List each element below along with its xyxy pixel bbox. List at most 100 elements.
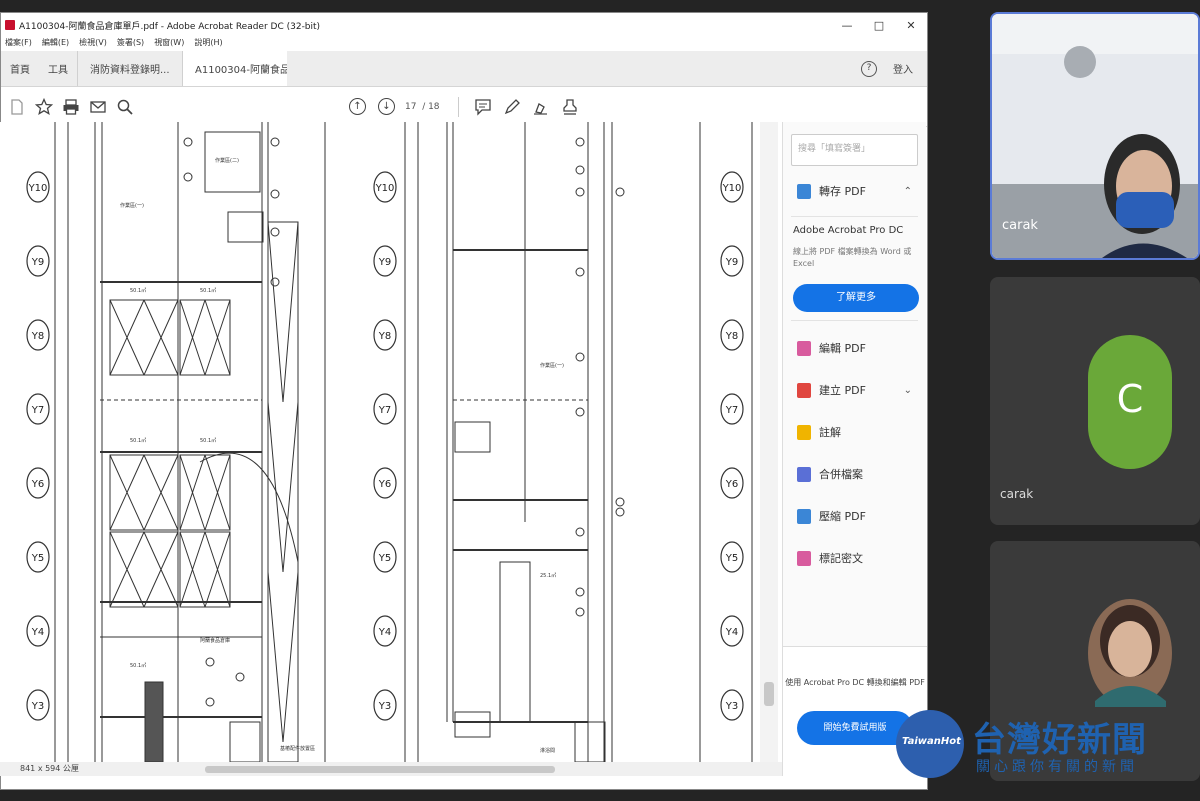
grid-label-y5-2: Y5 (720, 541, 744, 573)
svg-text:Y9: Y9 (725, 257, 738, 268)
print-icon[interactable] (58, 94, 84, 120)
svg-text:Y6: Y6 (31, 479, 44, 490)
svg-text:Y4: Y4 (378, 627, 391, 638)
grid-label-y6-2: Y6 (720, 467, 744, 499)
svg-text:Y10: Y10 (28, 183, 48, 194)
grid-label-y6-1: Y6 (373, 467, 397, 499)
grid-label-y4-1: Y4 (373, 615, 397, 647)
tab-home[interactable]: 首頁 (1, 51, 39, 86)
avatar-initial: C (1116, 377, 1144, 421)
tab-tools[interactable]: 工具 (39, 51, 77, 86)
grid-label-y7-0: Y7 (26, 393, 50, 425)
svg-text:Y3: Y3 (31, 701, 44, 712)
participant-video-1[interactable]: carak (990, 12, 1200, 260)
close-button[interactable]: ✕ (895, 19, 927, 32)
svg-text:阿蘭食品倉庫: 阿蘭食品倉庫 (200, 637, 230, 644)
grid-label-y9-0: Y9 (26, 245, 50, 277)
tool-comment-label: 註解 (819, 426, 841, 439)
grid-label-y7-2: Y7 (720, 393, 744, 425)
svg-text:作業區(一): 作業區(一) (120, 202, 144, 209)
grid-label-y4-0: Y4 (26, 615, 50, 647)
svg-text:Y5: Y5 (378, 553, 391, 564)
svg-text:Y7: Y7 (725, 405, 738, 416)
vertical-scrollbar[interactable] (760, 122, 778, 762)
search-icon[interactable] (112, 94, 138, 120)
pen-icon[interactable] (499, 94, 525, 120)
grid-label-y8-1: Y8 (373, 319, 397, 351)
login-button[interactable]: 登入 (893, 51, 927, 86)
sign-icon[interactable] (528, 94, 554, 120)
tool-edit-pdf[interactable]: 編輯 PDF (783, 327, 926, 369)
stamp-icon[interactable] (557, 94, 583, 120)
minimize-button[interactable]: — (831, 19, 863, 32)
menu-view[interactable]: 檢視(V) (79, 37, 107, 51)
svg-text:Y6: Y6 (378, 479, 391, 490)
page-up-icon[interactable]: ↑ (349, 98, 366, 115)
comment-tool-icon (797, 424, 811, 440)
menu-window[interactable]: 視窗(W) (154, 37, 184, 51)
tool-edit-pdf-label: 編輯 PDF (819, 342, 866, 355)
svg-text:作業區(一): 作業區(一) (540, 362, 564, 369)
scroll-thumb[interactable] (764, 682, 774, 706)
toolbar: ↑ ↓ 17 / 18 (1, 87, 927, 127)
watermark-logo-text: TaiwanHot (902, 736, 961, 747)
tool-create-pdf[interactable]: 建立 PDF ⌄ (783, 369, 926, 411)
tool-combine-files-label: 合併檔案 (819, 468, 863, 481)
maximize-button[interactable]: □ (863, 19, 895, 32)
document-view[interactable]: 作業區(一) 作業區(一) 作業區(二) 50.1㎡ 50.1㎡ 50.1㎡ 5… (0, 122, 782, 762)
watermark-title: 台灣好新聞 (972, 720, 1147, 760)
grid-label-y3-2: Y3 (720, 689, 744, 721)
grid-label-y6-0: Y6 (26, 467, 50, 499)
redact-icon (797, 550, 811, 566)
page-down-icon[interactable]: ↓ (378, 98, 395, 115)
watermark-logo: TaiwanHot (896, 710, 964, 778)
page-total: / 18 (422, 101, 440, 112)
tab-bar: 首頁 工具 消防資料登錄明... A1100304-阿蘭食品... ✕ ? 登入 (1, 51, 927, 87)
bottom-promo-text: 使用 Acrobat Pro DC 轉換和編輯 PDF (785, 678, 925, 687)
tool-comment[interactable]: 註解 (783, 411, 926, 453)
page-current[interactable]: 17 (405, 102, 416, 112)
svg-text:Y7: Y7 (31, 405, 44, 416)
tools-search-input[interactable]: 搜尋「填寫簽署」 (791, 134, 918, 166)
tool-export-pdf[interactable]: 轉存 PDF ⌃ (783, 170, 926, 212)
horizontal-scroll-thumb[interactable] (205, 766, 555, 773)
participant-2-name: carak (1000, 487, 1034, 501)
compress-pdf-icon (797, 508, 811, 524)
grid-label-y10-0: Y10 (26, 171, 50, 203)
tab-document-2[interactable]: A1100304-阿蘭食品... ✕ (182, 51, 287, 86)
svg-text:50.1㎡: 50.1㎡ (200, 287, 216, 294)
participant-video-2[interactable]: C carak (990, 277, 1200, 525)
tool-compress-pdf[interactable]: 壓縮 PDF (783, 495, 926, 537)
floor-plan-drawing: 作業區(一) 作業區(一) 作業區(二) 50.1㎡ 50.1㎡ 50.1㎡ 5… (26, 122, 753, 762)
save-icon[interactable] (4, 94, 30, 120)
star-icon[interactable] (31, 94, 57, 120)
tool-combine-files[interactable]: 合併檔案 (783, 453, 926, 495)
svg-text:作業區(二): 作業區(二) (215, 157, 239, 164)
tool-redact[interactable]: 標記密文 (783, 537, 926, 579)
learn-more-button[interactable]: 了解更多 (793, 284, 919, 312)
export-pdf-icon (797, 183, 811, 199)
grid-label-y10-2: Y10 (720, 171, 744, 203)
grid-label-y3-1: Y3 (373, 689, 397, 721)
svg-text:50.1㎡: 50.1㎡ (130, 662, 146, 669)
chevron-up-icon[interactable]: ⌃ (904, 186, 912, 197)
create-pdf-icon (797, 382, 811, 398)
chevron-down-icon[interactable]: ⌄ (904, 385, 912, 396)
mail-icon[interactable] (85, 94, 111, 120)
svg-text:Y4: Y4 (31, 627, 44, 638)
page-number-display[interactable]: 17 / 18 (405, 102, 440, 112)
menu-sign[interactable]: 簽署(S) (117, 37, 144, 51)
menu-file[interactable]: 檔案(F) (5, 37, 32, 51)
comment-icon[interactable] (470, 94, 496, 120)
title-bar: A1100304-阿蘭食品倉庫單戶.pdf - Adobe Acrobat Re… (1, 13, 927, 37)
watermark-subtitle: 關心跟你有關的新聞 (976, 759, 1138, 775)
svg-text:基樁配件放置區: 基樁配件放置區 (280, 745, 315, 752)
menu-help[interactable]: 說明(H) (194, 37, 222, 51)
help-icon[interactable]: ? (861, 60, 877, 77)
svg-text:Y8: Y8 (725, 331, 738, 342)
tab-document-1[interactable]: 消防資料登錄明... (77, 51, 182, 86)
svg-text:25.1㎡: 25.1㎡ (540, 572, 556, 579)
watermark: TaiwanHot 台灣好新聞 關心跟你有關的新聞 (896, 708, 1200, 788)
tool-compress-pdf-label: 壓縮 PDF (819, 510, 866, 523)
menu-edit[interactable]: 編輯(E) (42, 37, 69, 51)
